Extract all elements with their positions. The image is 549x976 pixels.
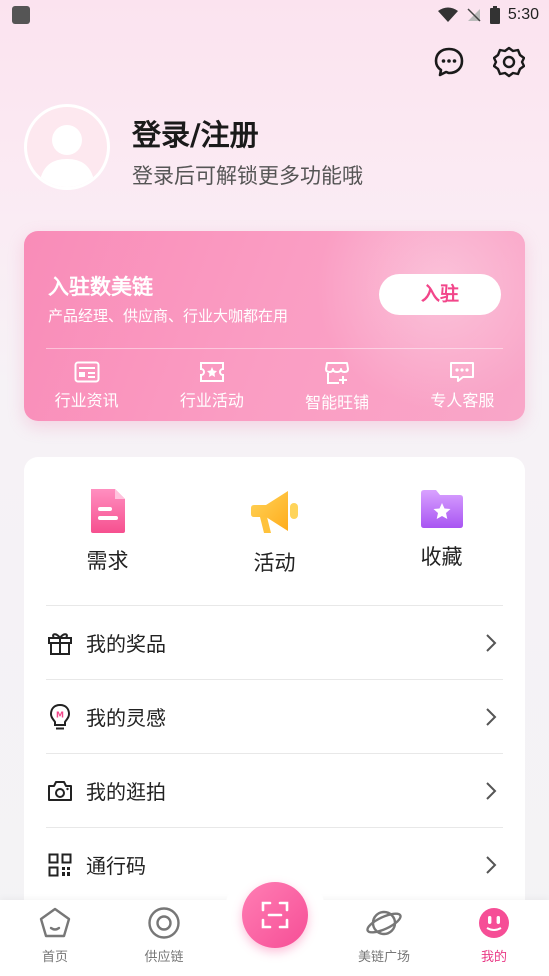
megaphone-icon <box>250 491 298 533</box>
quick-action-demand[interactable]: 需求 <box>38 487 178 577</box>
no-signal-icon <box>467 8 481 22</box>
chat-icon <box>450 362 475 382</box>
battery-icon <box>489 6 500 24</box>
settings-gear-icon[interactable] <box>493 46 525 78</box>
quick-action-label: 收藏 <box>420 545 463 569</box>
quick-action-label: 需求 <box>86 549 129 573</box>
nav-label: 供应链 <box>144 950 184 965</box>
join-item-support[interactable]: 专人客服 <box>400 361 525 413</box>
menu-item-label: 通行码 <box>86 854 146 878</box>
join-item-label: 行业活动 <box>179 391 244 410</box>
planet-icon <box>366 910 402 936</box>
divider <box>46 348 503 349</box>
nav-item-supply-chain[interactable]: 供应链 <box>114 906 214 965</box>
news-icon <box>74 361 100 383</box>
join-item-label: 智能旺铺 <box>305 393 370 412</box>
login-hint: 登录后可解锁更多功能哦 <box>132 164 363 188</box>
join-card-title: 入驻数美链 <box>48 275 153 299</box>
menu-list: 我的奖品 M 我的灵感 我的逛拍 通行码 <box>46 605 503 901</box>
menu-item-photos[interactable]: 我的逛拍 <box>46 753 503 827</box>
nav-item-home[interactable]: 首页 <box>5 906 105 965</box>
nav-label: 美链广场 <box>357 950 410 965</box>
menu-item-inspiration[interactable]: M 我的灵感 <box>46 679 503 753</box>
menu-item-label: 我的逛拍 <box>86 780 166 804</box>
join-item-shop[interactable]: 智能旺铺 <box>275 361 400 413</box>
join-item-label: 专人客服 <box>430 391 495 410</box>
app-notification-icon <box>12 6 30 24</box>
document-icon <box>90 489 125 533</box>
scan-icon <box>261 901 289 929</box>
status-bar: 5:30 <box>0 0 549 30</box>
nav-item-plaza[interactable]: 美链广场 <box>334 906 434 965</box>
folder-star-icon <box>420 490 463 528</box>
header-actions <box>433 46 525 78</box>
shop-icon <box>325 362 350 384</box>
main-card: 需求 活动 收藏 我的奖品 M 我的灵感 我的逛拍 通行码 <box>24 457 525 917</box>
join-card-subtitle: 产品经理、供应商、行业大咖都在用 <box>48 307 289 325</box>
svg-text:M: M <box>56 710 64 719</box>
avatar[interactable] <box>24 104 110 190</box>
clock: 5:30 <box>507 6 539 23</box>
menu-item-label: 我的奖品 <box>86 632 166 656</box>
wifi-icon <box>437 7 458 22</box>
chevron-right-icon <box>486 856 497 874</box>
nav-label: 我的 <box>480 950 507 965</box>
quick-action-label: 活动 <box>253 551 296 575</box>
message-icon[interactable] <box>433 46 465 78</box>
default-avatar-icon <box>39 125 95 187</box>
menu-item-label: 我的灵感 <box>86 706 166 730</box>
status-icons: 5:30 <box>437 3 539 27</box>
nav-item-mine[interactable]: 我的 <box>444 906 544 965</box>
chevron-right-icon <box>486 634 497 652</box>
chevron-right-icon <box>486 782 497 800</box>
gift-icon <box>48 632 72 655</box>
login-register-title[interactable]: 登录/注册 <box>132 112 259 154</box>
home-icon <box>39 907 71 938</box>
lightbulb-icon: M <box>49 703 71 729</box>
join-button[interactable]: 入驻 <box>379 274 501 315</box>
quick-action-favorites[interactable]: 收藏 <box>372 487 512 577</box>
quick-action-events[interactable]: 活动 <box>205 487 345 577</box>
join-card: 入驻数美链 产品经理、供应商、行业大咖都在用 入驻 行业资讯 行业活动 智能旺铺… <box>24 231 525 421</box>
join-item-events[interactable]: 行业活动 <box>149 361 274 413</box>
camera-icon <box>48 780 72 801</box>
scan-button[interactable] <box>242 882 308 948</box>
qrcode-icon <box>48 853 72 876</box>
menu-item-prizes[interactable]: 我的奖品 <box>46 605 503 679</box>
chevron-right-icon <box>486 708 497 726</box>
quick-actions: 需求 活动 收藏 <box>24 487 525 577</box>
bottom-nav: 首页 供应链 美链广场 我的 <box>0 874 549 976</box>
target-icon <box>148 907 180 939</box>
ticket-icon <box>199 362 224 382</box>
join-item-news[interactable]: 行业资讯 <box>24 361 149 413</box>
join-item-label: 行业资讯 <box>54 391 119 410</box>
profile-face-icon <box>479 908 509 938</box>
nav-label: 首页 <box>41 950 68 965</box>
